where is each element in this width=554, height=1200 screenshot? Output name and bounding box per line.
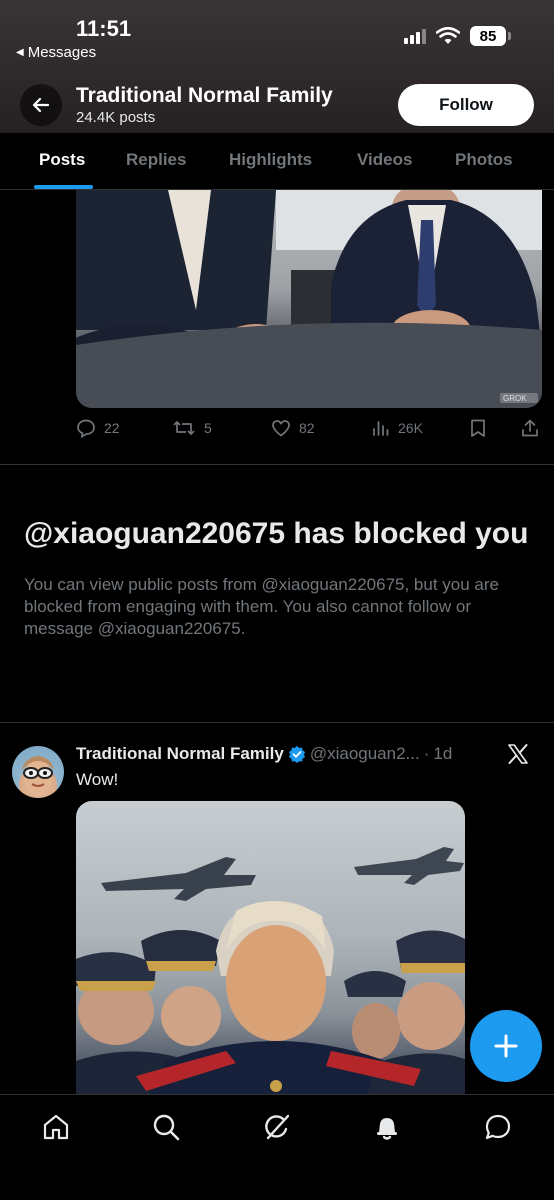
tab-photos[interactable]: Photos [455, 150, 513, 170]
notifications-icon [377, 1118, 397, 1140]
blocked-notice: @xiaoguan220675 has blocked you You can … [24, 514, 534, 640]
tab-videos[interactable]: Videos [357, 150, 412, 170]
profile-tabs: Posts Replies Highlights Videos Photos [0, 133, 554, 190]
search-icon [153, 1114, 180, 1141]
divider [0, 722, 554, 723]
views-button[interactable]: 26K [372, 418, 423, 438]
post-image[interactable] [76, 801, 465, 1101]
nav-search[interactable] [148, 1109, 184, 1145]
nav-home[interactable] [38, 1109, 74, 1145]
nav-grok[interactable] [259, 1109, 295, 1145]
x-logo-icon[interactable] [506, 742, 530, 771]
back-to-messages[interactable]: ◀ Messages [16, 44, 96, 61]
views-icon [373, 421, 389, 436]
tab-replies[interactable]: Replies [126, 150, 186, 170]
post-image[interactable]: GROK [76, 190, 542, 408]
like-count: 82 [299, 420, 315, 436]
share-icon [522, 419, 538, 437]
avatar[interactable] [12, 746, 64, 798]
verified-icon [288, 745, 305, 763]
status-icons: 85 [404, 26, 511, 46]
repost-icon [173, 421, 195, 435]
wifi-icon [436, 27, 460, 44]
back-app-label: Messages [27, 44, 97, 61]
post-header: Traditional Normal Family @xiaoguan2... … [76, 744, 452, 764]
profile-header: 11:51 ◀ Messages 85 Traditional Normal F… [0, 0, 554, 190]
compose-button[interactable] [470, 1010, 542, 1082]
follow-button[interactable]: Follow [398, 84, 534, 126]
profile-name: Traditional Normal Family [76, 84, 333, 107]
post-author[interactable]: Traditional Normal Family [76, 744, 284, 764]
status-time: 11:51 [76, 16, 132, 41]
messages-icon [485, 1114, 511, 1140]
bottom-nav [0, 1094, 554, 1200]
active-tab-indicator [34, 185, 93, 189]
nav-notifications[interactable] [369, 1109, 405, 1145]
blocked-title: @xiaoguan220675 has blocked you [24, 517, 529, 550]
post-time[interactable]: 1d [433, 744, 452, 764]
back-triangle-icon: ◀ [16, 47, 24, 58]
tab-highlights[interactable]: Highlights [229, 150, 312, 170]
back-arrow-icon [32, 97, 50, 113]
bookmark-button[interactable] [469, 418, 487, 438]
reply-button[interactable]: 22 [76, 418, 120, 438]
post-image-illustration [76, 847, 465, 1101]
post-actions: 22 5 82 26K [76, 418, 542, 442]
post-text: Wow! [76, 770, 119, 789]
grok-watermark: GROK [503, 394, 527, 403]
home-icon [43, 1114, 69, 1140]
repost-count: 5 [204, 420, 212, 436]
divider [0, 464, 554, 465]
post-count: 24.4K posts [76, 109, 156, 126]
post-handle[interactable]: @xiaoguan2... [310, 744, 420, 764]
nav-messages[interactable] [480, 1109, 516, 1145]
post-image-illustration: GROK [76, 190, 542, 408]
tab-posts[interactable]: Posts [39, 150, 85, 170]
compose-icon [494, 1034, 518, 1058]
blocked-message: You can view public posts from @xiaoguan… [24, 575, 499, 638]
signal-icon [404, 28, 426, 44]
profile-row: Traditional Normal Family 24.4K posts Fo… [0, 80, 554, 132]
view-count: 26K [398, 420, 423, 436]
like-button[interactable]: 82 [271, 418, 315, 438]
avatar-illustration [22, 756, 54, 792]
grok-icon [265, 1114, 290, 1140]
post-separator: · [423, 744, 430, 763]
bookmark-icon [471, 419, 485, 437]
status-bar: 11:51 ◀ Messages 85 [0, 0, 554, 70]
share-button[interactable] [520, 418, 540, 438]
like-icon [272, 420, 290, 437]
back-button[interactable] [20, 84, 62, 126]
repost-button[interactable]: 5 [172, 418, 212, 438]
reply-icon [77, 419, 95, 438]
profile-title: Traditional Normal Family 24.4K posts [76, 84, 333, 126]
battery-indicator: 85 [470, 26, 511, 46]
reply-count: 22 [104, 420, 120, 436]
